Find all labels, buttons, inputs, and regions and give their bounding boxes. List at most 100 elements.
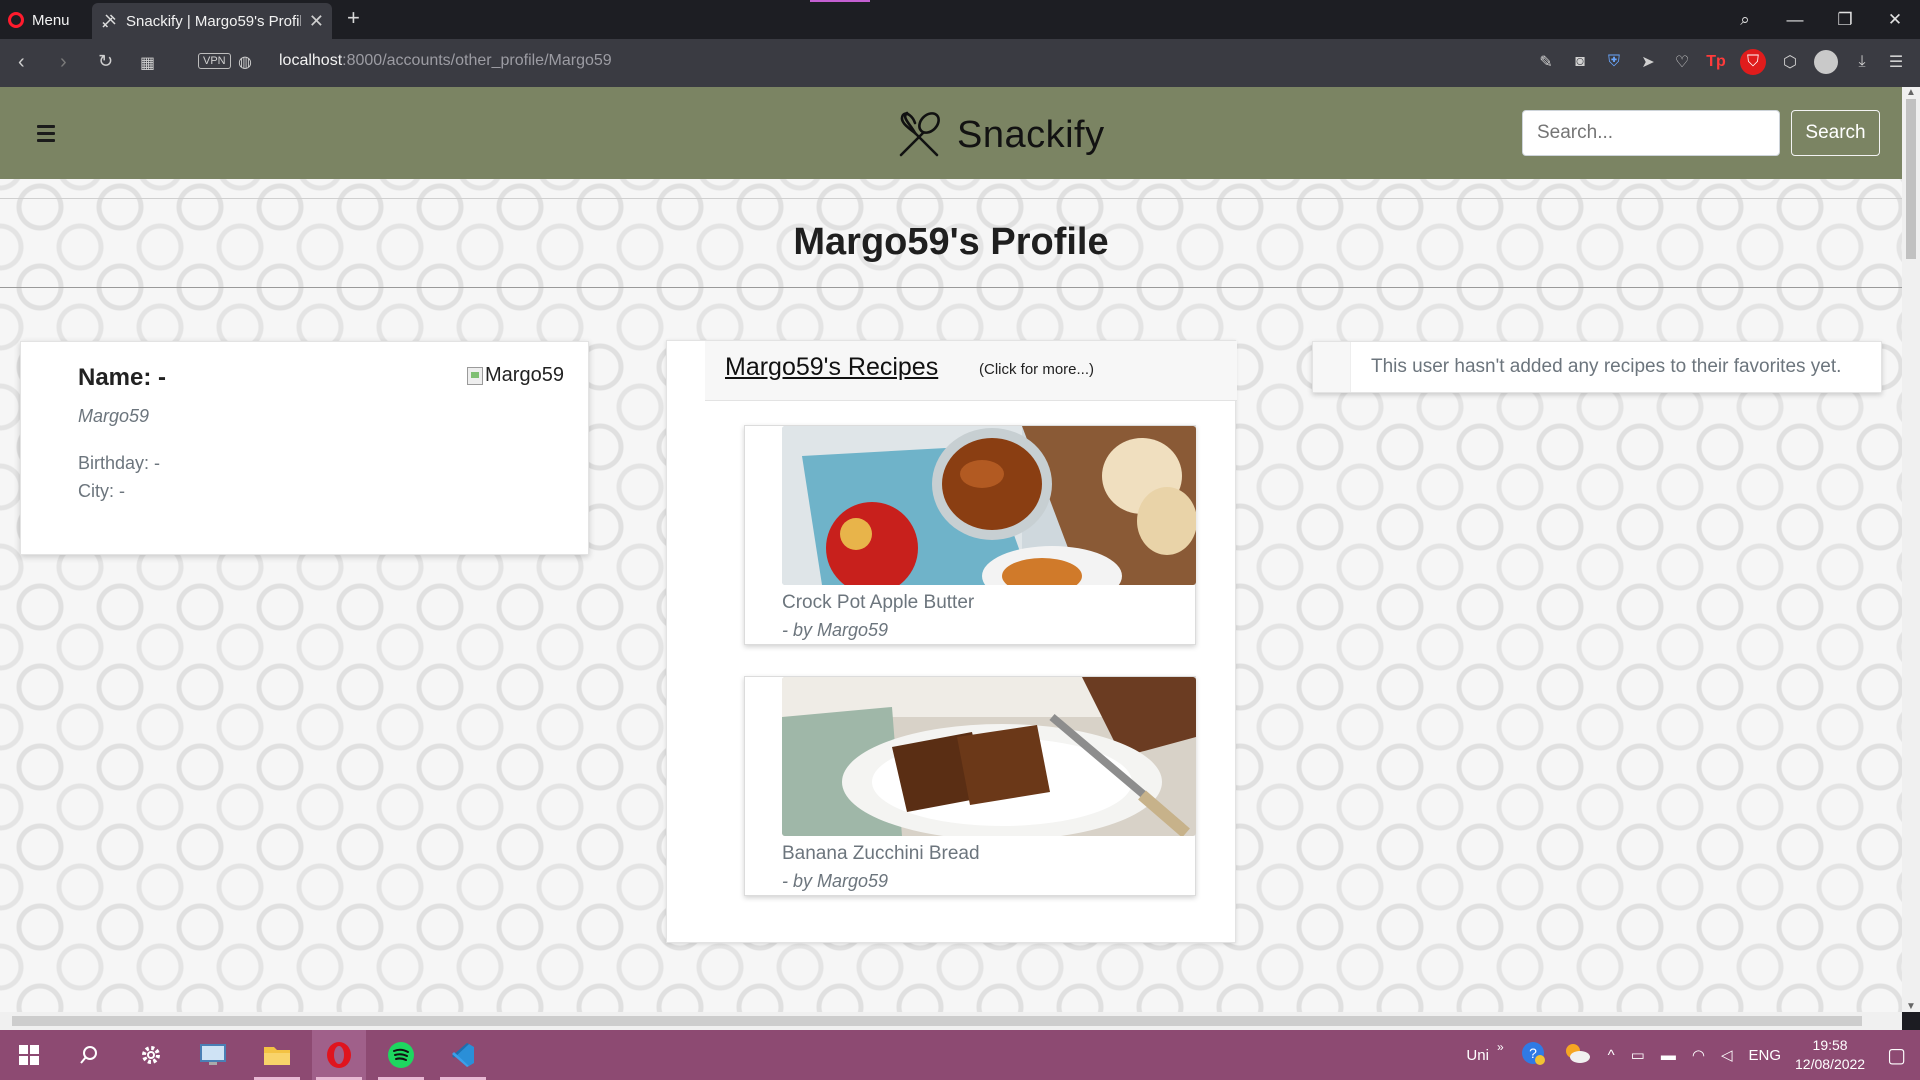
camera-icon[interactable]: ◙ xyxy=(1570,53,1590,71)
language-indicator[interactable]: ENG xyxy=(1749,1047,1782,1064)
page-viewport: Snackify Search Margo59's Profile Name: … xyxy=(0,87,1902,1012)
snackify-favicon-icon xyxy=(100,12,118,30)
clock-time: 19:58 xyxy=(1812,1037,1848,1053)
recipe-name[interactable]: Banana Zucchini Bread xyxy=(782,843,980,865)
chevron-up-icon[interactable]: ^ xyxy=(1608,1047,1615,1064)
back-icon[interactable]: ‹ xyxy=(18,51,25,74)
recipes-heading-link[interactable]: Margo59's Recipes xyxy=(725,353,938,382)
clock-date: 12/08/2022 xyxy=(1795,1056,1866,1072)
opera-menu-button[interactable]: Menu xyxy=(8,7,70,33)
profile-username: Margo59 xyxy=(78,406,150,426)
brand-logo[interactable]: Snackify xyxy=(893,109,1105,161)
menu-label: Menu xyxy=(32,11,70,29)
clock[interactable]: 19:58 12/08/2022 xyxy=(1795,1036,1865,1074)
help-icon[interactable]: ? xyxy=(1520,1040,1546,1070)
send-icon[interactable]: ➤ xyxy=(1638,52,1658,72)
heart-icon[interactable]: ♡ xyxy=(1672,52,1692,72)
restore-icon[interactable]: ❐ xyxy=(1820,10,1870,30)
vscode-icon[interactable] xyxy=(436,1030,490,1080)
recipe-image-zucchini-bread[interactable] xyxy=(782,677,1196,836)
browser-tab-active[interactable]: Snackify | Margo59's Profile ✕ xyxy=(92,3,332,39)
browser-address-bar: ‹ › ↻ ▦ VPN ◍ localhost:8000/accounts/ot… xyxy=(0,39,1920,87)
tab-accent-bar xyxy=(810,0,870,2)
profile-image-alt: Margo59 xyxy=(485,364,564,386)
hamburger-menu-icon[interactable] xyxy=(37,125,55,142)
recipes-header: Margo59's Recipes (Click for more...) xyxy=(705,341,1237,401)
scroll-up-icon[interactable]: ▲ xyxy=(1902,87,1920,98)
windows-start-icon[interactable] xyxy=(2,1030,56,1080)
taskbar-search-icon[interactable] xyxy=(62,1030,116,1080)
notifications-icon[interactable]: ▢ xyxy=(1887,1043,1906,1068)
remote-desktop-icon[interactable] xyxy=(186,1030,240,1080)
recipe-image-apple-butter[interactable] xyxy=(782,426,1196,585)
close-tab-icon[interactable]: ✕ xyxy=(309,11,324,32)
volume-icon[interactable]: ◁ xyxy=(1721,1046,1733,1064)
system-tray: Uni » ? ^ ▭ ▬ ◠ ◁ ENG 19:58 12/08/2022 ▢ xyxy=(1458,1030,1920,1080)
recipe-author: - by Margo59 xyxy=(782,620,889,640)
display-icon[interactable]: ▭ xyxy=(1631,1046,1645,1064)
file-explorer-icon[interactable] xyxy=(250,1030,304,1080)
horizontal-scrollbar[interactable] xyxy=(0,1012,1902,1030)
recipe-author: - by Margo59 xyxy=(782,871,889,891)
new-tab-button[interactable]: + xyxy=(347,5,360,31)
favorites-card: This user hasn't added any recipes to th… xyxy=(1312,341,1882,393)
battery-icon[interactable]: ▬ xyxy=(1661,1047,1676,1064)
favorites-empty-message: This user hasn't added any recipes to th… xyxy=(1371,356,1842,377)
settings-gear-icon[interactable] xyxy=(124,1030,178,1080)
browser-tab-bar: Menu Snackify | Margo59's Profile ✕ + ⌕ … xyxy=(0,0,1920,39)
tray-text[interactable]: Uni xyxy=(1466,1047,1489,1064)
horizontal-scroll-thumb[interactable] xyxy=(12,1016,1862,1026)
download-icon[interactable]: ⤓ xyxy=(1852,53,1872,71)
search-input[interactable] xyxy=(1522,110,1780,156)
reload-icon[interactable]: ↻ xyxy=(98,51,113,72)
broken-image-icon xyxy=(467,366,483,385)
vertical-scroll-thumb[interactable] xyxy=(1906,99,1916,259)
opera-logo-icon xyxy=(8,12,24,28)
cube-icon[interactable]: ⬡ xyxy=(1780,52,1800,72)
close-window-icon[interactable]: ✕ xyxy=(1870,10,1920,30)
profile-avatar-icon[interactable] xyxy=(1814,50,1838,74)
recipes-panel: Margo59's Recipes (Click for more...) Cr… xyxy=(666,340,1237,943)
minimize-icon[interactable]: — xyxy=(1770,10,1820,30)
profile-image: Margo59 xyxy=(467,364,564,387)
brand-name: Snackify xyxy=(957,113,1105,156)
search-button[interactable]: Search xyxy=(1791,110,1880,156)
globe-icon: ◍ xyxy=(238,54,252,71)
recipe-name[interactable]: Crock Pot Apple Butter xyxy=(782,592,974,614)
url-host: localhost xyxy=(279,52,343,69)
profile-birthday: Birthday: - xyxy=(78,453,161,473)
browser-search-icon[interactable]: ⌕ xyxy=(1720,10,1770,30)
shield-icon[interactable]: ⛨ xyxy=(1604,53,1624,71)
scroll-down-icon[interactable]: ▼ xyxy=(1902,1001,1920,1012)
divider-top xyxy=(0,198,1902,199)
tray-overflow-icon[interactable]: » xyxy=(1497,1040,1504,1054)
window-controls: ⌕ — ❐ ✕ xyxy=(1720,0,1920,39)
url-path: :8000/accounts/other_profile/Margo59 xyxy=(342,52,612,69)
vertical-scrollbar[interactable]: ▲ ▼ xyxy=(1902,87,1920,1012)
wifi-icon[interactable]: ◠ xyxy=(1692,1046,1705,1064)
tabs-grid-icon[interactable]: ▦ xyxy=(140,53,155,73)
toolbar-icons: ✎ ◙ ⛨ ➤ ♡ Tp ⛉ ⬡ ⤓ ☰ xyxy=(1536,49,1906,75)
vpn-badge[interactable]: VPN xyxy=(198,53,231,69)
recipe-card[interactable]: Banana Zucchini Bread - by Margo59 xyxy=(744,676,1196,896)
adblock-icon[interactable]: ⛉ xyxy=(1740,49,1766,75)
recipes-more-hint: (Click for more...) xyxy=(979,361,1095,378)
weather-icon[interactable] xyxy=(1562,1041,1592,1069)
spotify-icon[interactable] xyxy=(374,1030,428,1080)
windows-taskbar: Uni » ? ^ ▭ ▬ ◠ ◁ ENG 19:58 12/08/2022 ▢ xyxy=(0,1030,1920,1080)
divider-title xyxy=(0,287,1902,288)
recipe-card[interactable]: Crock Pot Apple Butter - by Margo59 xyxy=(744,425,1196,645)
snapshot-edit-icon[interactable]: ✎ xyxy=(1536,52,1556,72)
url-field[interactable]: localhost:8000/accounts/other_profile/Ma… xyxy=(279,52,612,70)
tp-extension-icon[interactable]: Tp xyxy=(1706,53,1726,71)
profile-name: Name: - xyxy=(78,364,167,391)
whisk-spoon-logo-icon xyxy=(899,111,940,157)
forward-icon[interactable]: › xyxy=(60,51,67,74)
site-navbar: Snackify Search xyxy=(0,87,1902,179)
profile-card: Name: - Margo59 Birthday: - City: - Marg… xyxy=(20,341,589,555)
opera-taskbar-icon[interactable] xyxy=(312,1030,366,1080)
tab-title: Snackify | Margo59's Profile xyxy=(126,12,301,30)
page-title: Margo59's Profile xyxy=(793,221,1109,263)
favorites-card-header xyxy=(1313,342,1351,392)
settings-sliders-icon[interactable]: ☰ xyxy=(1886,52,1906,72)
